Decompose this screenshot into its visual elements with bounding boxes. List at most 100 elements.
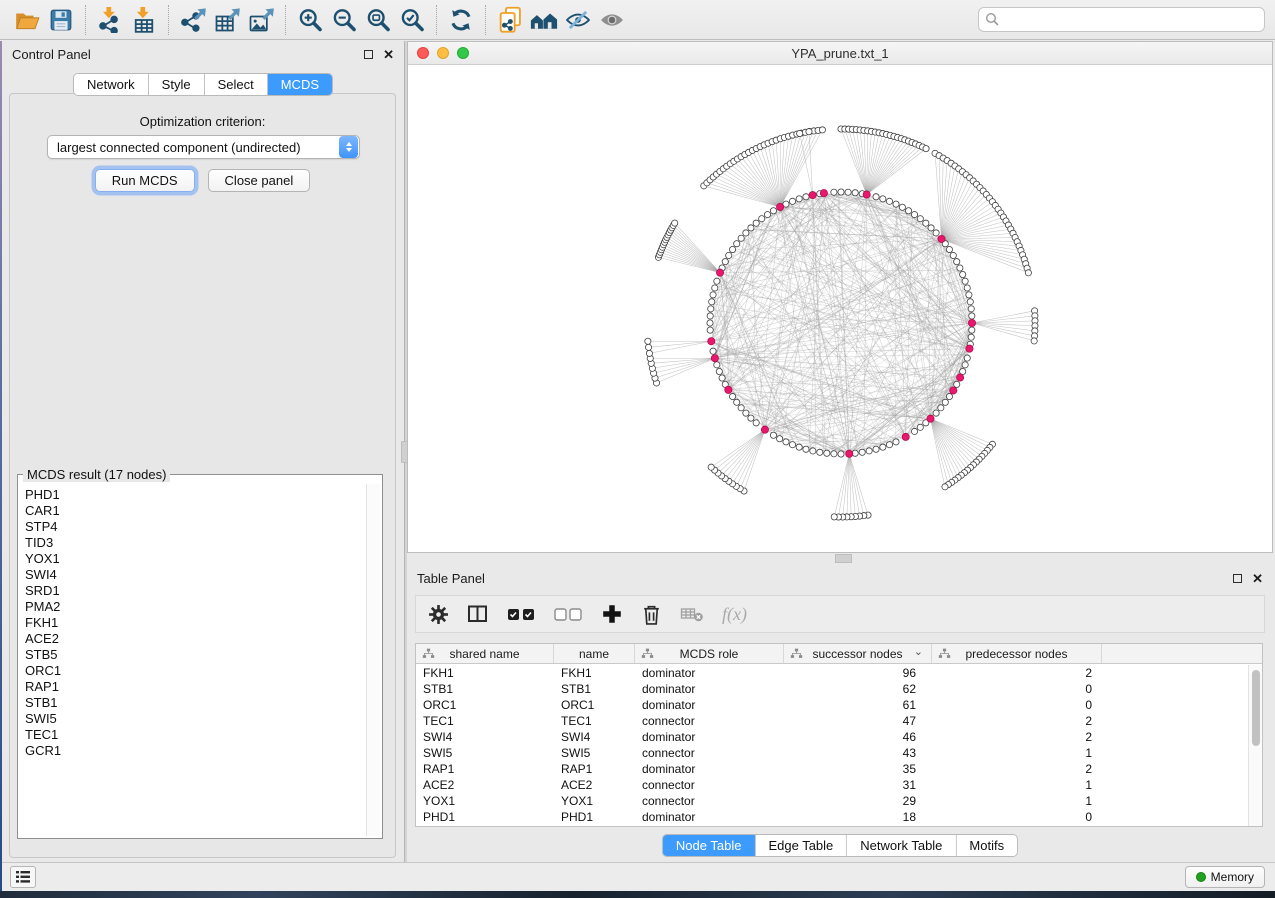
run-mcds-button[interactable]: Run MCDS	[95, 169, 195, 192]
tab-network-table[interactable]: Network Table	[847, 835, 956, 856]
mcds-result-item[interactable]: CAR1	[25, 503, 365, 519]
memory-button[interactable]: Memory	[1185, 866, 1265, 888]
zoom-fit-icon[interactable]	[361, 5, 395, 35]
criterion-dropdown[interactable]: largest connected component (undirected)	[47, 135, 360, 159]
table-row[interactable]: RAP1RAP1dominator352	[416, 761, 1248, 777]
tab-style[interactable]: Style	[149, 74, 205, 95]
show-all-eye-icon[interactable]	[595, 5, 629, 35]
table-cell: TEC1	[554, 713, 635, 729]
table-row[interactable]: SWI4SWI4dominator462	[416, 729, 1248, 745]
table-row[interactable]: ACE2ACE2connector311	[416, 777, 1248, 793]
tab-mcds[interactable]: MCDS	[268, 74, 332, 95]
node-table: shared name name MCDS role successor nod…	[415, 643, 1263, 827]
attribute-type-icon	[641, 648, 654, 662]
table-cell: 43	[784, 745, 932, 761]
task-history-button[interactable]	[10, 866, 36, 888]
mcds-result-item[interactable]: PHD1	[25, 487, 365, 503]
mcds-result-item[interactable]: STP4	[25, 519, 365, 535]
mcds-result-item[interactable]: SWI5	[25, 711, 365, 727]
open-folder-icon[interactable]	[10, 5, 44, 35]
table-row[interactable]: TEC1TEC1connector472	[416, 713, 1248, 729]
mcds-result-item[interactable]: STB5	[25, 647, 365, 663]
mcds-result-item[interactable]: STB1	[25, 695, 365, 711]
search-input[interactable]	[978, 7, 1265, 32]
save-icon[interactable]	[44, 5, 78, 35]
import-network-icon[interactable]	[93, 5, 127, 35]
column-header-mcds-role[interactable]: MCDS role	[635, 644, 784, 663]
table-row[interactable]: YOX1YOX1connector291	[416, 793, 1248, 809]
export-network-icon[interactable]	[176, 5, 210, 35]
mcds-result-item[interactable]: TID3	[25, 535, 365, 551]
import-table-icon[interactable]	[127, 5, 161, 35]
mcds-result-item[interactable]: SWI4	[25, 567, 365, 583]
table-cell: 29	[784, 793, 932, 809]
table-cell: 1	[932, 777, 1102, 793]
float-table-panel-icon[interactable]	[1233, 574, 1242, 583]
zoom-selected-icon[interactable]	[395, 5, 429, 35]
delete-column-trash-icon[interactable]	[641, 601, 662, 627]
export-image-icon[interactable]	[244, 5, 278, 35]
table-scrollbar-thumb[interactable]	[1252, 670, 1260, 746]
table-row[interactable]: SWI5SWI5connector431	[416, 745, 1248, 761]
add-column-icon[interactable]	[601, 601, 623, 627]
select-all-columns-icon[interactable]	[507, 601, 536, 627]
table-cell: RAP1	[554, 761, 635, 777]
export-table-icon[interactable]	[210, 5, 244, 35]
copy-network-icon[interactable]	[493, 5, 527, 35]
home-networks-icon[interactable]	[527, 5, 561, 35]
result-list-scrollbar[interactable]	[366, 484, 380, 836]
network-view-titlebar: YPA_prune.txt_1	[408, 42, 1272, 65]
table-row[interactable]: PHD1PHD1dominator180	[416, 809, 1248, 825]
application-window: Control Panel ✕ Network Style Select MCD…	[0, 0, 1275, 898]
zoom-in-icon[interactable]	[293, 5, 327, 35]
mcds-result-item[interactable]: PMA2	[25, 599, 365, 615]
table-row[interactable]: ORC1ORC1dominator610	[416, 697, 1248, 713]
search-container	[978, 7, 1265, 32]
mcds-result-item[interactable]: TEC1	[25, 727, 365, 743]
mcds-result-item[interactable]: FKH1	[25, 615, 365, 631]
desktop-wallpaper	[0, 891, 1275, 898]
hide-selected-eye-icon[interactable]	[561, 5, 595, 35]
column-header-successor-nodes[interactable]: successor nodes ⌄	[784, 644, 932, 663]
horizontal-splitter-grip[interactable]	[835, 554, 852, 563]
mcds-result-item[interactable]: ACE2	[25, 631, 365, 647]
mcds-result-item[interactable]: ORC1	[25, 663, 365, 679]
toolbar-separator	[436, 5, 437, 35]
table-cell: SWI4	[554, 729, 635, 745]
table-panel-titlebar: Table Panel ✕	[407, 565, 1273, 591]
mcds-result-item[interactable]: GCR1	[25, 743, 365, 759]
table-scrollbar[interactable]	[1248, 665, 1262, 826]
table-settings-gear-icon[interactable]	[428, 601, 449, 627]
mcds-result-item[interactable]: YOX1	[25, 551, 365, 567]
horizontal-splitter[interactable]	[407, 553, 1273, 565]
tab-edge-table[interactable]: Edge Table	[755, 835, 847, 856]
tab-network[interactable]: Network	[74, 74, 149, 95]
tab-motifs[interactable]: Motifs	[956, 835, 1017, 856]
close-panel-button[interactable]: Close panel	[208, 169, 311, 192]
column-header-name[interactable]: name	[554, 644, 635, 663]
column-header-shared-name[interactable]: shared name	[416, 644, 554, 663]
table-row[interactable]: STB1STB1dominator620	[416, 681, 1248, 697]
show-column-panel-icon[interactable]	[467, 601, 489, 627]
mcds-result-item[interactable]: RAP1	[25, 679, 365, 695]
tab-select[interactable]: Select	[205, 74, 268, 95]
unselect-all-columns-icon[interactable]	[554, 601, 583, 627]
mcds-result-item[interactable]: SRD1	[25, 583, 365, 599]
table-cell: 46	[784, 729, 932, 745]
table-cell: YOX1	[416, 793, 554, 809]
table-cell: 62	[784, 681, 932, 697]
folder-front	[17, 17, 39, 28]
network-canvas[interactable]	[408, 65, 1272, 552]
mcds-result-list[interactable]: PHD1CAR1STP4TID3YOX1SWI4SRD1PMA2FKH1ACE2…	[20, 484, 365, 836]
table-row[interactable]: FKH1FKH1dominator962	[416, 665, 1248, 681]
table-cell: PHD1	[554, 809, 635, 825]
refresh-icon[interactable]	[444, 5, 478, 35]
zoom-out-icon[interactable]	[327, 5, 361, 35]
close-table-panel-icon[interactable]: ✕	[1252, 574, 1263, 583]
sort-descending-icon[interactable]: ⌄	[914, 645, 923, 658]
column-header-predecessor-nodes[interactable]: predecessor nodes	[932, 644, 1102, 663]
float-panel-icon[interactable]	[364, 50, 373, 59]
toolbar-separator	[285, 5, 286, 35]
tab-node-table[interactable]: Node Table	[663, 835, 756, 856]
close-panel-icon[interactable]: ✕	[383, 50, 394, 59]
